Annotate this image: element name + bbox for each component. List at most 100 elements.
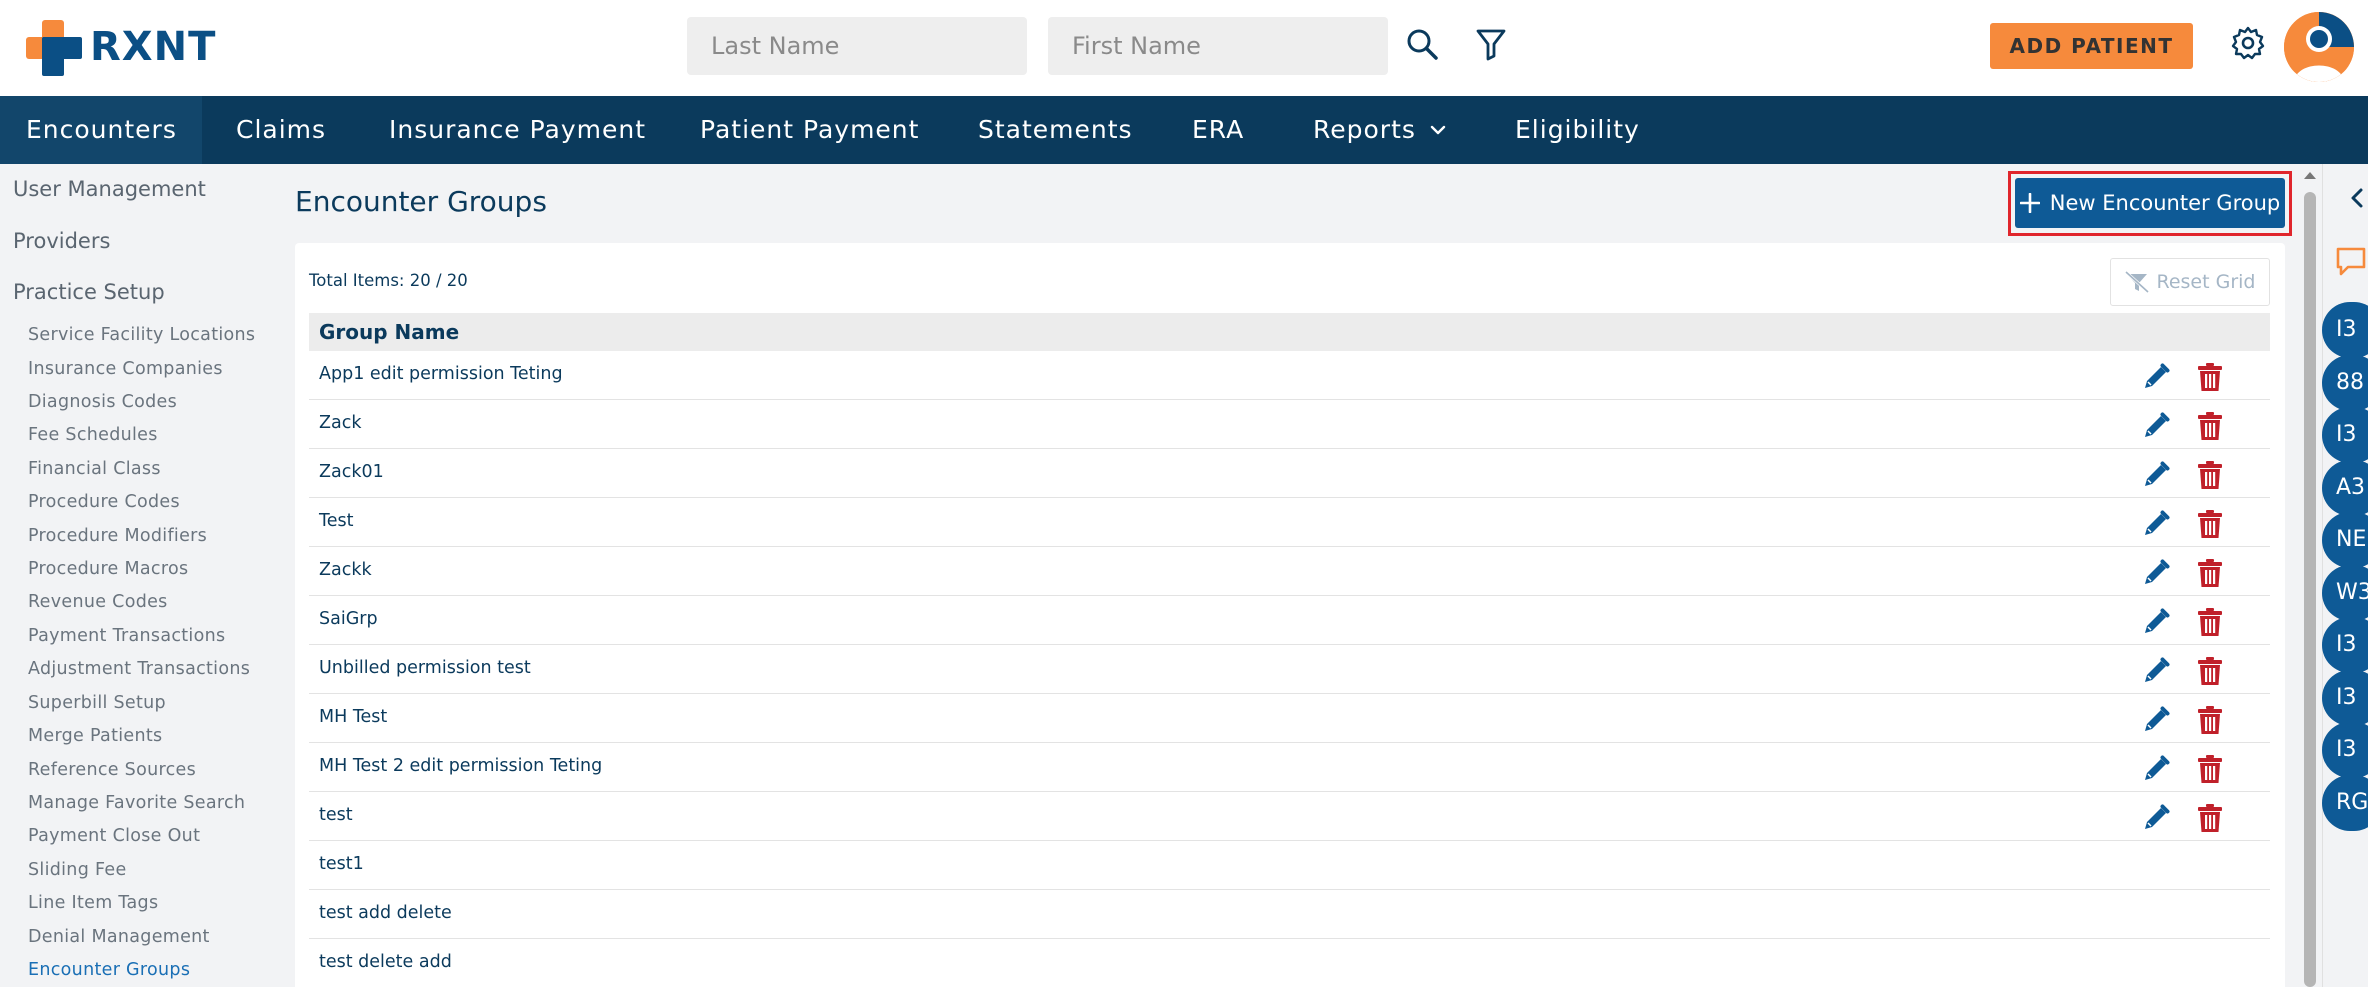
edit-pencil-icon[interactable] bbox=[2142, 706, 2170, 734]
delete-trash-icon[interactable] bbox=[2197, 656, 2223, 686]
delete-trash-icon[interactable] bbox=[2197, 754, 2223, 784]
sidebar-item-manage-favorite-search[interactable]: Manage Favorite Search bbox=[28, 793, 245, 813]
nav-statements[interactable]: Statements bbox=[978, 96, 1133, 164]
reset-grid-button[interactable]: Reset Grid bbox=[2110, 258, 2270, 306]
sidebar-item-revenue-codes[interactable]: Revenue Codes bbox=[28, 592, 168, 612]
column-header-group-name[interactable]: Group Name bbox=[319, 320, 459, 344]
sidebar-item-payment-transactions[interactable]: Payment Transactions bbox=[28, 626, 225, 646]
chat-avatar-bubble[interactable]: RG bbox=[2322, 774, 2368, 831]
edit-pencil-icon[interactable] bbox=[2142, 804, 2170, 832]
edit-pencil-icon[interactable] bbox=[2142, 755, 2170, 783]
chat-avatar-bubble[interactable]: I3 bbox=[2322, 669, 2368, 726]
grid-body: App1 edit permission Teting Zack Zack01 … bbox=[309, 351, 2270, 987]
sidebar-item-payment-close-out[interactable]: Payment Close Out bbox=[28, 826, 200, 846]
search-icon[interactable] bbox=[1404, 26, 1440, 62]
sidebar-item-merge-patients[interactable]: Merge Patients bbox=[28, 726, 162, 746]
sidebar-item-service-facility-locations[interactable]: Service Facility Locations bbox=[28, 325, 255, 345]
table-row[interactable]: Unbilled permission test bbox=[309, 645, 2270, 694]
user-avatar[interactable] bbox=[2284, 12, 2354, 82]
edit-pencil-icon[interactable] bbox=[2142, 657, 2170, 685]
logo-cross-icon bbox=[26, 20, 82, 76]
rxnt-logo[interactable]: RXNT bbox=[26, 20, 226, 76]
table-row[interactable]: Zack01 bbox=[309, 449, 2270, 498]
gear-icon[interactable] bbox=[2230, 25, 2266, 61]
group-name-cell: SaiGrp bbox=[319, 609, 378, 629]
table-row[interactable]: test1 bbox=[309, 841, 2270, 890]
sidebar-item-line-item-tags[interactable]: Line Item Tags bbox=[28, 893, 158, 913]
delete-trash-icon[interactable] bbox=[2197, 509, 2223, 539]
table-row[interactable]: test bbox=[309, 792, 2270, 841]
delete-trash-icon[interactable] bbox=[2197, 558, 2223, 588]
chat-icon[interactable] bbox=[2334, 244, 2368, 278]
delete-trash-icon[interactable] bbox=[2197, 411, 2223, 441]
delete-trash-icon[interactable] bbox=[2197, 705, 2223, 735]
sidebar-item-superbill-setup[interactable]: Superbill Setup bbox=[28, 693, 166, 713]
app-header: RXNT ADD PATIENT bbox=[0, 0, 2368, 96]
table-row[interactable]: test delete add bbox=[309, 939, 2270, 987]
edit-pencil-icon[interactable] bbox=[2142, 412, 2170, 440]
chat-avatar-bubble[interactable]: A3 bbox=[2322, 459, 2368, 516]
table-row[interactable]: test add delete bbox=[309, 890, 2270, 939]
delete-trash-icon[interactable] bbox=[2197, 803, 2223, 833]
sidebar-item-procedure-modifiers[interactable]: Procedure Modifiers bbox=[28, 526, 207, 546]
table-row[interactable]: Test bbox=[309, 498, 2270, 547]
sidebar-item-diagnosis-codes[interactable]: Diagnosis Codes bbox=[28, 392, 177, 412]
table-row[interactable]: SaiGrp bbox=[309, 596, 2270, 645]
logo-text: RXNT bbox=[90, 24, 217, 70]
sidebar-item-insurance-companies[interactable]: Insurance Companies bbox=[28, 359, 223, 379]
edit-pencil-icon[interactable] bbox=[2142, 363, 2170, 391]
sidebar-item-financial-class[interactable]: Financial Class bbox=[28, 459, 161, 479]
filter-icon[interactable] bbox=[1473, 26, 1509, 62]
nav-reports[interactable]: Reports bbox=[1313, 96, 1446, 164]
reset-grid-label: Reset Grid bbox=[2156, 271, 2256, 293]
plus-icon bbox=[2019, 193, 2040, 213]
chevron-down-icon bbox=[1430, 125, 1446, 135]
nav-insurance-payment[interactable]: Insurance Payment bbox=[389, 96, 646, 164]
edit-pencil-icon[interactable] bbox=[2142, 608, 2170, 636]
delete-trash-icon[interactable] bbox=[2197, 607, 2223, 637]
scroll-up-arrow-icon[interactable] bbox=[2302, 168, 2318, 182]
filter-clear-icon bbox=[2124, 271, 2149, 293]
add-patient-button[interactable]: ADD PATIENT bbox=[1990, 23, 2193, 69]
chevron-left-icon[interactable] bbox=[2348, 186, 2366, 210]
sidebar-item-adjustment-transactions[interactable]: Adjustment Transactions bbox=[28, 659, 250, 679]
sidebar-practice-setup[interactable]: Practice Setup bbox=[13, 280, 165, 304]
table-row[interactable]: MH Test 2 edit permission Teting bbox=[309, 743, 2270, 792]
sidebar-item-sliding-fee[interactable]: Sliding Fee bbox=[28, 860, 127, 880]
edit-pencil-icon[interactable] bbox=[2142, 461, 2170, 489]
page-title: Encounter Groups bbox=[295, 185, 547, 218]
table-row[interactable]: Zackk bbox=[309, 547, 2270, 596]
sidebar-providers[interactable]: Providers bbox=[13, 229, 110, 253]
sidebar-item-reference-sources[interactable]: Reference Sources bbox=[28, 760, 196, 780]
nav-claims[interactable]: Claims bbox=[236, 96, 326, 164]
table-row[interactable]: MH Test bbox=[309, 694, 2270, 743]
edit-pencil-icon[interactable] bbox=[2142, 510, 2170, 538]
new-encounter-group-button[interactable]: New Encounter Group bbox=[2015, 178, 2285, 228]
sidebar-item-procedure-codes[interactable]: Procedure Codes bbox=[28, 492, 180, 512]
group-name-cell: Zack bbox=[319, 413, 362, 433]
group-name-cell: Unbilled permission test bbox=[319, 658, 531, 678]
sidebar-item-encounter-groups[interactable]: Encounter Groups bbox=[28, 960, 190, 980]
sidebar-item-denial-management[interactable]: Denial Management bbox=[28, 927, 210, 947]
table-row[interactable]: App1 edit permission Teting bbox=[309, 351, 2270, 400]
sidebar-item-fee-schedules[interactable]: Fee Schedules bbox=[28, 425, 158, 445]
table-row[interactable]: Zack bbox=[309, 400, 2270, 449]
group-name-cell: Zack01 bbox=[319, 462, 384, 482]
main-scrollbar[interactable] bbox=[2304, 192, 2316, 987]
delete-trash-icon[interactable] bbox=[2197, 460, 2223, 490]
nav-patient-payment[interactable]: Patient Payment bbox=[700, 96, 919, 164]
nav-encounters[interactable]: Encounters bbox=[0, 96, 202, 164]
group-name-cell: test bbox=[319, 805, 353, 825]
sidebar-user-management[interactable]: User Management bbox=[13, 177, 206, 201]
nav-era[interactable]: ERA bbox=[1192, 96, 1244, 164]
group-name-cell: MH Test bbox=[319, 707, 388, 727]
chat-avatar-bubble[interactable]: 88 bbox=[2322, 354, 2368, 411]
nav-eligibility[interactable]: Eligibility bbox=[1515, 96, 1640, 164]
first-name-input[interactable] bbox=[1048, 17, 1388, 75]
edit-pencil-icon[interactable] bbox=[2142, 559, 2170, 587]
last-name-input[interactable] bbox=[687, 17, 1027, 75]
delete-trash-icon[interactable] bbox=[2197, 362, 2223, 392]
sidebar-item-procedure-macros[interactable]: Procedure Macros bbox=[28, 559, 188, 579]
user-avatar-icon bbox=[2284, 12, 2354, 82]
chat-avatar-bubble[interactable]: W3 bbox=[2322, 564, 2368, 621]
